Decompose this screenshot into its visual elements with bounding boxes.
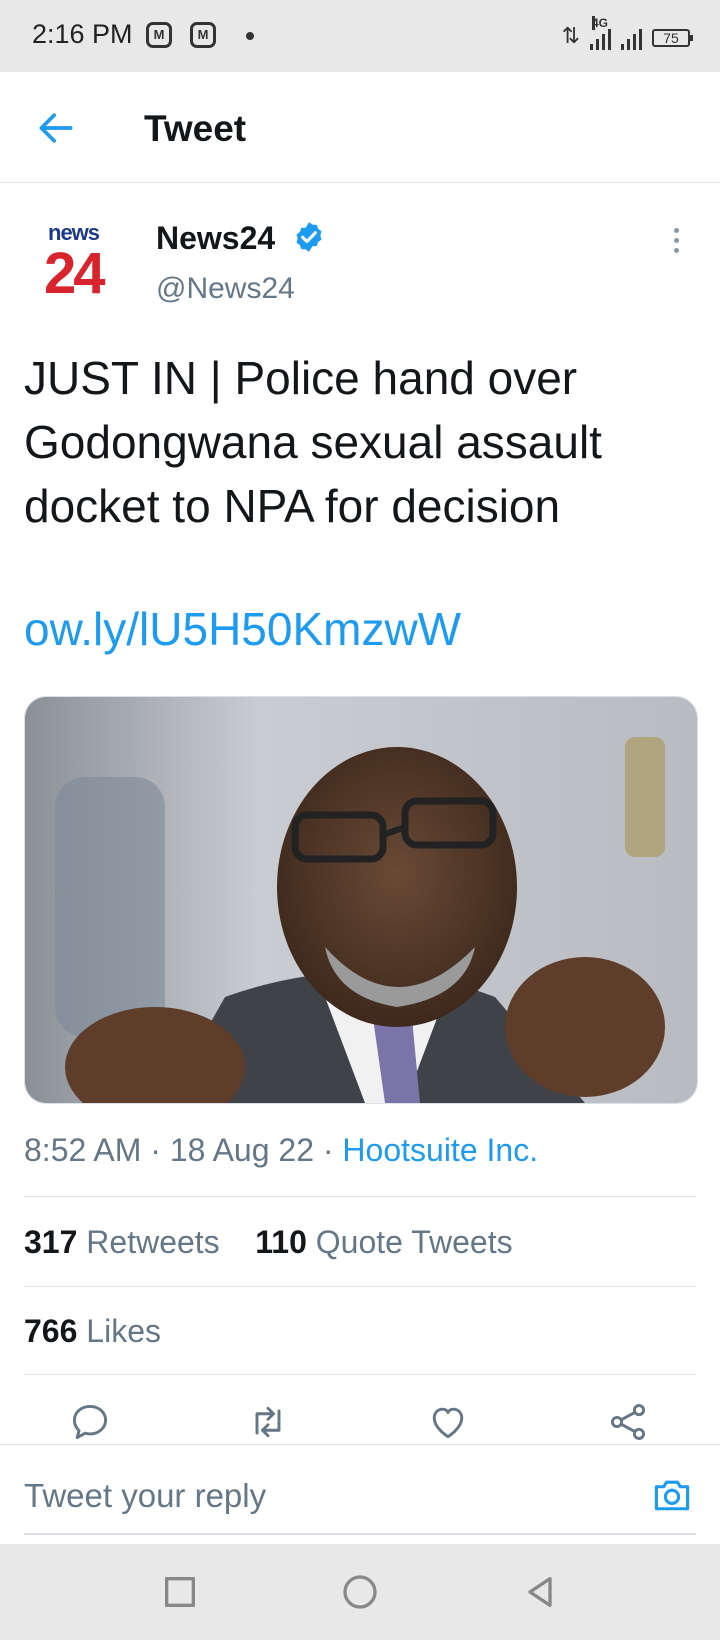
system-indicators: ⇅ 4G 75 <box>561 16 693 50</box>
back-nav-icon[interactable] <box>520 1572 560 1612</box>
photo-content <box>25 697 697 1103</box>
tweet-text: JUST IN | Police hand over Godongwana se… <box>24 352 602 532</box>
network-type: 4G <box>592 16 609 30</box>
more-notifications-dot <box>246 32 254 40</box>
page-title: Tweet <box>144 108 247 149</box>
notification-icon: M <box>146 22 172 48</box>
separator: · <box>150 1132 161 1168</box>
signal-strength-icon <box>621 28 642 50</box>
quote-tweets-label: Quote Tweets <box>315 1224 513 1260</box>
author-name[interactable]: News24 <box>156 220 275 257</box>
retweets-stat[interactable]: 317 Retweets <box>24 1224 220 1260</box>
battery-icon: 75 <box>652 29 693 47</box>
tweet-photo[interactable] <box>24 696 698 1104</box>
notification-icon: M <box>190 22 216 48</box>
arrow-left-icon[interactable] <box>34 106 78 150</box>
tweet-meta: 8:52 AM · 18 Aug 22 · Hootsuite Inc. <box>24 1132 538 1169</box>
tweet-date: 18 Aug 22 <box>169 1132 314 1168</box>
comment-icon[interactable] <box>68 1400 112 1444</box>
verified-badge-icon <box>296 222 322 252</box>
engagement-row: 317 Retweets 110 Quote Tweets <box>24 1224 513 1261</box>
app-header: Tweet <box>0 72 720 183</box>
likes-count: 766 <box>24 1313 78 1349</box>
reply-input[interactable]: Tweet your reply <box>24 1477 266 1515</box>
quote-tweets-stat[interactable]: 110 Quote Tweets <box>255 1224 512 1260</box>
retweets-count: 317 <box>24 1224 78 1260</box>
likes-stat[interactable]: 766 Likes <box>24 1313 161 1350</box>
tweet-source-link[interactable]: Hootsuite Inc. <box>342 1132 538 1168</box>
data-transfer-icon: ⇅ <box>561 23 580 48</box>
tweet-actions <box>0 1400 720 1444</box>
tweet-link[interactable]: ow.ly/lU5H50KmzwW <box>24 602 461 656</box>
author-handle[interactable]: @News24 <box>156 272 295 306</box>
recent-apps-icon[interactable] <box>160 1572 200 1612</box>
status-bar: 2:16 PM M M ⇅ 4G 75 <box>0 0 720 72</box>
divider <box>24 1286 696 1287</box>
camera-icon[interactable] <box>650 1473 694 1517</box>
more-options-icon[interactable] <box>666 224 686 258</box>
likes-label: Likes <box>86 1313 161 1349</box>
divider <box>24 1196 696 1197</box>
retweets-label: Retweets <box>86 1224 220 1260</box>
retweet-icon[interactable] <box>246 1400 290 1444</box>
quote-tweets-count: 110 <box>255 1224 307 1260</box>
heart-icon[interactable] <box>426 1400 470 1444</box>
status-time: 2:16 PM <box>32 19 133 49</box>
share-icon[interactable] <box>606 1400 650 1444</box>
reply-input-underline <box>24 1533 696 1535</box>
signal-strength-icon: 4G <box>590 16 611 50</box>
avatar[interactable]: news 24 <box>30 212 126 308</box>
reply-bar: Tweet your reply <box>0 1444 720 1545</box>
system-nav-bar <box>0 1544 720 1640</box>
home-icon[interactable] <box>340 1572 380 1612</box>
avatar-logo-number: 24 <box>44 241 105 306</box>
tweet-time: 8:52 AM <box>24 1132 142 1168</box>
divider <box>24 1374 696 1375</box>
separator: · <box>322 1132 334 1168</box>
